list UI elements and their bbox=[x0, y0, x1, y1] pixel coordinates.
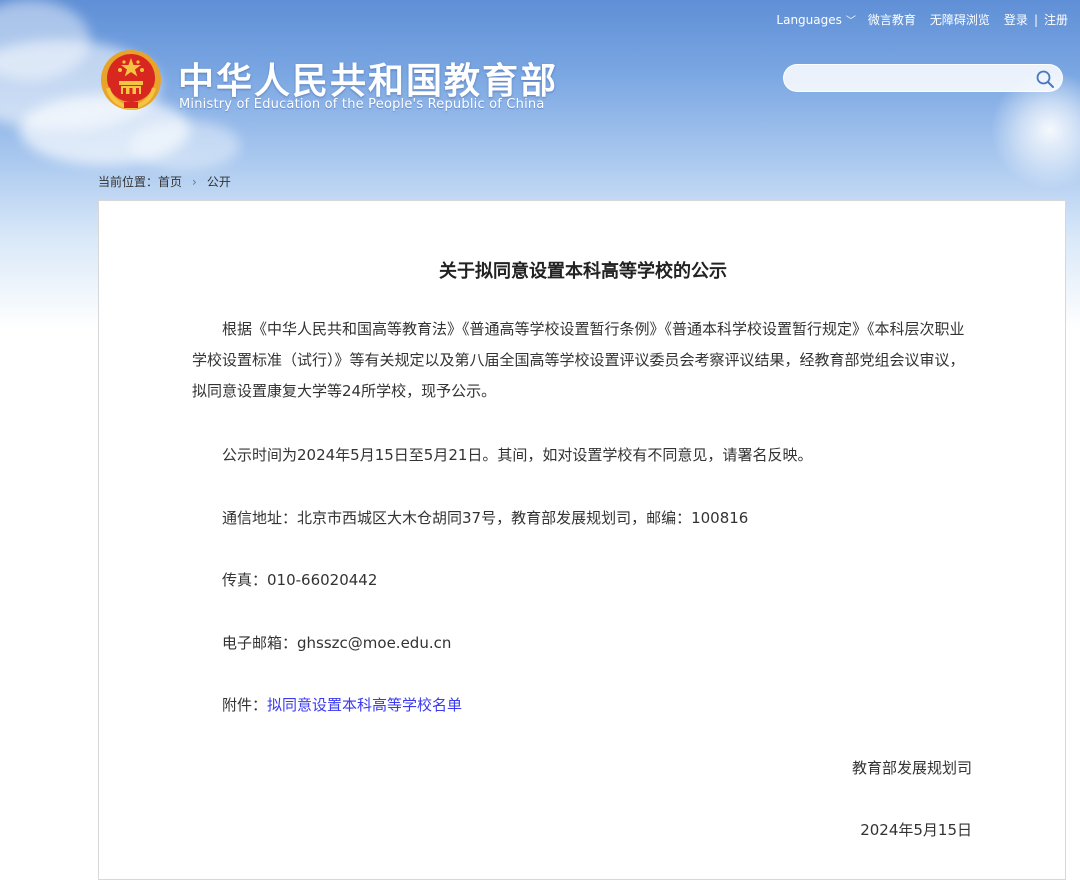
languages-label: Languages bbox=[776, 12, 842, 27]
attachment-line: 附件：拟同意设置本科高等学校名单 bbox=[222, 694, 462, 715]
search-box bbox=[783, 64, 1063, 93]
email-line: 电子邮箱：ghsszc@moe.edu.cn bbox=[222, 634, 452, 652]
search-input[interactable] bbox=[796, 65, 1030, 93]
accessible-browsing-link[interactable]: 无障碍浏览 bbox=[930, 11, 990, 28]
article-title: 关于拟同意设置本科高等学校的公示 bbox=[439, 261, 727, 282]
attachment-label: 附件： bbox=[222, 696, 268, 714]
languages-dropdown[interactable]: Languages ﹀ bbox=[776, 12, 856, 28]
chevron-right-icon: › bbox=[192, 174, 197, 189]
article-panel: 关于拟同意设置本科高等学校的公示 根据《中华人民共和国高等教育法》《普通高等学校… bbox=[98, 200, 1066, 880]
nav-separator: | bbox=[1033, 12, 1038, 27]
publish-date: 2024年5月15日 bbox=[860, 821, 972, 839]
site-subtitle: Ministry of Education of the People's Re… bbox=[179, 97, 545, 112]
fax-line: 传真：010-66020442 bbox=[222, 571, 378, 589]
address-line: 通信地址：北京市西城区大木仓胡同37号，教育部发展规划司，邮编：100816 bbox=[222, 509, 749, 527]
chevron-down-icon: ﹀ bbox=[845, 16, 856, 27]
register-link[interactable]: 注册 bbox=[1044, 11, 1068, 28]
top-navigation: Languages ﹀ 微言教育 无障碍浏览 登录 | 注册 bbox=[776, 11, 1068, 28]
signature: 教育部发展规划司 bbox=[851, 759, 972, 777]
login-link[interactable]: 登录 bbox=[1004, 11, 1028, 28]
article-paragraph: 根据《中华人民共和国高等教育法》《普通高等学校设置暂行条例》《普通本科学校设置暂… bbox=[192, 320, 965, 400]
attachment-link[interactable]: 拟同意设置本科高等学校名单 bbox=[267, 696, 462, 714]
breadcrumb-current-link[interactable]: 公开 bbox=[207, 173, 231, 190]
breadcrumb-prefix: 当前位置： bbox=[98, 175, 159, 189]
national-emblem-icon[interactable] bbox=[100, 48, 162, 112]
cloud-decoration bbox=[130, 120, 240, 170]
breadcrumb-home-link[interactable]: 首页 bbox=[158, 173, 182, 190]
search-icon[interactable] bbox=[1034, 68, 1056, 90]
article-paragraph: 公示时间为2024年5月15日至5月21日。其间，如对设置学校有不同意见，请署名… bbox=[222, 446, 813, 464]
breadcrumb: 当前位置： 首页 › 公开 bbox=[98, 173, 231, 190]
weibo-link[interactable]: 微言教育 bbox=[868, 11, 916, 28]
